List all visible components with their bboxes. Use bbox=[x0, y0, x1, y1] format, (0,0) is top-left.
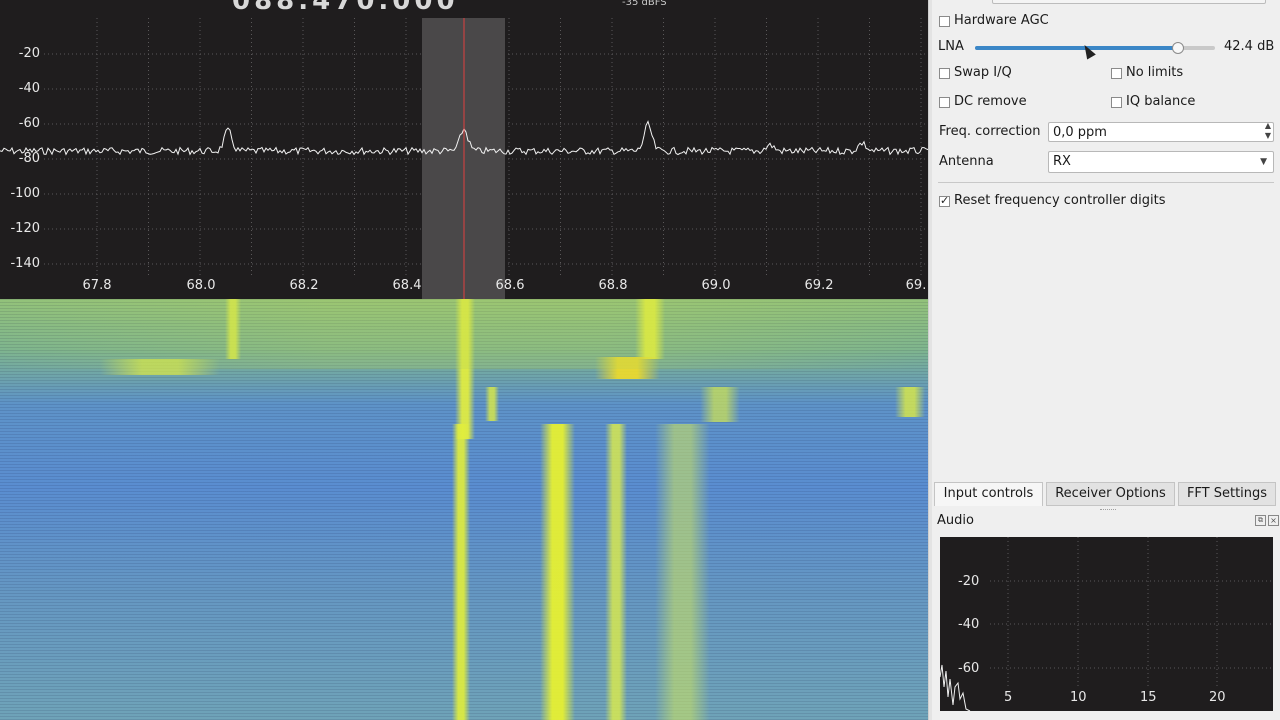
waterfall-signal bbox=[605, 424, 627, 720]
x-tick: 67.8 bbox=[82, 278, 112, 293]
audio-x-tick: 20 bbox=[1209, 690, 1226, 705]
lna-label: LNA bbox=[938, 39, 964, 54]
hardware-agc-checkbox[interactable] bbox=[939, 16, 950, 27]
iq-balance-checkbox[interactable] bbox=[1111, 97, 1122, 108]
lna-slider-handle[interactable] bbox=[1171, 42, 1184, 54]
dc-remove-label: DC remove bbox=[954, 94, 1027, 109]
x-tick: 68.6 bbox=[495, 278, 525, 293]
lna-value: 42.4 dB bbox=[1224, 39, 1275, 54]
tab-fft-settings[interactable]: FFT Settings bbox=[1178, 482, 1276, 506]
antenna-value: RX bbox=[1053, 154, 1071, 169]
iq-balance-label: IQ balance bbox=[1126, 94, 1196, 109]
y-tick: -80 bbox=[18, 151, 40, 166]
audio-fft-plot[interactable]: -20 -40 -60 5 10 15 20 bbox=[940, 537, 1273, 711]
waterfall-signal bbox=[0, 299, 928, 369]
swap-iq-label: Swap I/Q bbox=[954, 65, 1012, 80]
dbfs-label: -35 dBFS bbox=[622, 0, 667, 8]
lna-slider-fill bbox=[975, 46, 1177, 50]
dc-remove-checkbox[interactable] bbox=[939, 97, 950, 108]
freq-correction-spinbox[interactable]: 0,0 ppm ▲ ▼ bbox=[1048, 121, 1274, 142]
y-tick: -20 bbox=[18, 46, 40, 61]
spin-arrows-icon[interactable]: ▲ ▼ bbox=[1265, 121, 1271, 141]
freq-correction-value: 0,0 ppm bbox=[1053, 125, 1107, 140]
y-tick: -40 bbox=[18, 81, 40, 96]
waterfall-signal bbox=[485, 387, 499, 421]
audio-x-tick: 5 bbox=[1004, 690, 1013, 705]
audio-canvas bbox=[940, 537, 1273, 711]
y-tick: -60 bbox=[18, 116, 40, 131]
waterfall-display[interactable] bbox=[0, 299, 928, 720]
antenna-select[interactable]: RX ▼ bbox=[1048, 151, 1274, 173]
hardware-agc-label: Hardware AGC bbox=[954, 13, 1049, 28]
spectrum-plot[interactable]: 088.470.000 -35 dBFS -20 -40 -60 -80 -10… bbox=[0, 0, 928, 299]
splitter-handle[interactable] bbox=[1100, 509, 1116, 510]
chevron-down-icon: ▼ bbox=[1260, 157, 1267, 167]
tab-receiver-options[interactable]: Receiver Options bbox=[1046, 482, 1175, 506]
audio-x-tick: 10 bbox=[1070, 690, 1087, 705]
y-tick: -100 bbox=[10, 186, 40, 201]
y-tick: -120 bbox=[10, 221, 40, 236]
close-icon[interactable]: × bbox=[1268, 515, 1279, 526]
no-limits-checkbox[interactable] bbox=[1111, 68, 1122, 79]
top-partial-field[interactable] bbox=[992, 0, 1266, 4]
audio-dock-title: Audio bbox=[937, 513, 974, 528]
lna-slider[interactable] bbox=[975, 42, 1215, 54]
waterfall-signal bbox=[655, 424, 710, 720]
x-tick: 68.2 bbox=[289, 278, 319, 293]
x-tick: 68.4 bbox=[392, 278, 422, 293]
x-tick: 69.0 bbox=[701, 278, 731, 293]
audio-x-tick: 15 bbox=[1140, 690, 1157, 705]
spectrum-canvas[interactable] bbox=[0, 0, 928, 299]
frequency-readout: 088.470.000 bbox=[232, 0, 459, 16]
swap-iq-checkbox[interactable] bbox=[939, 68, 950, 79]
reset-digits-label: Reset frequency controller digits bbox=[954, 193, 1166, 208]
divider bbox=[938, 182, 1274, 183]
freq-correction-label: Freq. correction bbox=[939, 124, 1041, 139]
waterfall-signal bbox=[700, 387, 740, 422]
audio-y-tick: -40 bbox=[958, 617, 980, 632]
x-tick: 68.8 bbox=[598, 278, 628, 293]
x-tick: 69. bbox=[905, 278, 927, 293]
reset-digits-checkbox[interactable] bbox=[939, 194, 950, 207]
tab-input-controls[interactable]: Input controls bbox=[934, 482, 1043, 506]
x-tick: 69.2 bbox=[804, 278, 834, 293]
float-icon[interactable]: ⧉ bbox=[1255, 515, 1266, 526]
waterfall-signal bbox=[452, 424, 470, 720]
y-tick: -140 bbox=[10, 256, 40, 271]
no-limits-label: No limits bbox=[1126, 65, 1184, 80]
x-tick: 68.0 bbox=[186, 278, 216, 293]
audio-y-tick: -60 bbox=[958, 661, 980, 676]
waterfall-signal bbox=[540, 424, 575, 720]
antenna-label: Antenna bbox=[939, 154, 994, 169]
waterfall-signal bbox=[895, 387, 925, 417]
audio-y-tick: -20 bbox=[958, 574, 980, 589]
